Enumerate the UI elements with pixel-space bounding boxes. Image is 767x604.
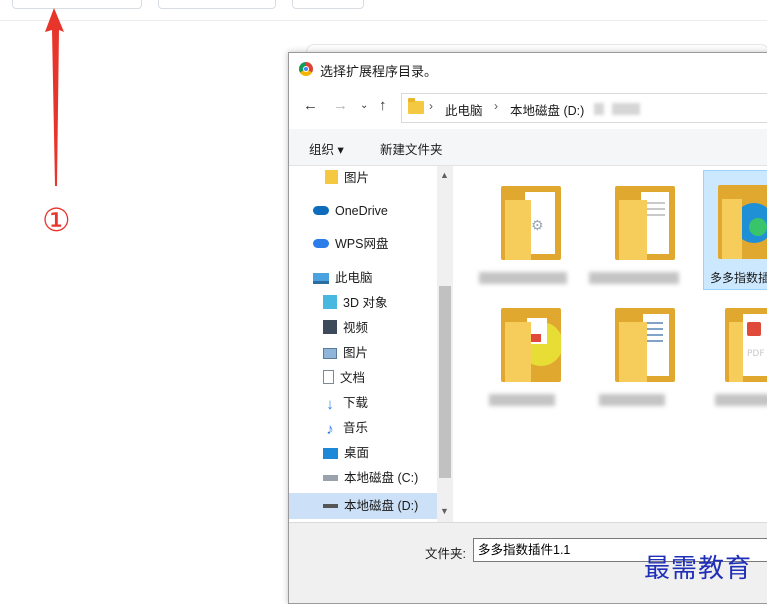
red-arrow-annotation — [45, 8, 64, 186]
download-arrow-icon: ↓ — [326, 396, 334, 413]
nav-item-onedrive[interactable]: OneDrive — [313, 199, 453, 223]
dialog-titlebar: 选择扩展程序目录。 — [289, 53, 767, 85]
folder-icon — [615, 308, 675, 382]
chevron-down-icon[interactable]: ⌄ — [360, 96, 368, 116]
up-arrow-icon[interactable]: ↑ — [379, 96, 387, 116]
dialog-title: 选择扩展程序目录。 — [320, 64, 438, 79]
folder-picker-dialog: 选择扩展程序目录。 ← → ⌄ ↑ › 此电脑 › 本地磁盘 (D:) 组织 ▾… — [288, 52, 767, 604]
document-icon — [323, 370, 334, 384]
folder-item[interactable]: PDF — [703, 294, 767, 410]
folder-item[interactable] — [479, 294, 575, 410]
blurred-filename — [489, 394, 555, 406]
nav-item-this-pc[interactable]: 此电脑 — [313, 266, 453, 290]
film-icon — [323, 320, 337, 334]
cloud-icon — [313, 239, 329, 248]
folder-field-label: 文件夹: — [425, 547, 466, 561]
blurred-breadcrumb — [594, 103, 604, 115]
scroll-up-arrow-icon[interactable]: ▲ — [440, 170, 449, 180]
cube-icon — [323, 295, 337, 309]
svg-text:PDF: PDF — [747, 349, 765, 359]
background-button — [158, 0, 276, 9]
folder-item[interactable]: ⚙ — [479, 172, 575, 288]
folder-icon — [501, 308, 561, 382]
blurred-filename — [479, 272, 567, 284]
pdf-folder-icon: PDF — [725, 308, 767, 382]
breadcrumb-separator-icon[interactable]: › — [494, 99, 498, 113]
folder-item-selected[interactable]: 多多指数插 — [703, 170, 767, 290]
music-note-icon: ♪ — [326, 421, 334, 438]
navigation-bar: ← → ⌄ ↑ › 此电脑 › 本地磁盘 (D:) — [289, 88, 767, 124]
dialog-toolbar: 组织 ▾ 新建文件夹 — [289, 129, 767, 165]
organize-menu-button[interactable]: 组织 ▾ — [309, 139, 344, 158]
folder-icon — [408, 98, 424, 114]
image-icon — [323, 348, 337, 359]
navigation-scrollbar[interactable]: ▲ ▼ — [437, 166, 453, 522]
nav-item-local-disk-d[interactable]: 本地磁盘 (D:) — [289, 493, 437, 519]
cloud-icon — [313, 206, 329, 215]
blurred-filename — [715, 394, 767, 406]
breadcrumb-drive-d[interactable]: 本地磁盘 (D:) — [510, 100, 584, 119]
step-number-marker: ① — [42, 201, 71, 239]
breadcrumb-this-pc[interactable]: 此电脑 — [445, 100, 483, 119]
drive-icon — [323, 475, 338, 481]
folder-item[interactable] — [593, 294, 689, 410]
blurred-filename — [589, 272, 679, 284]
folder-contents-view: ⚙ 多多指数插 PDF — [455, 166, 767, 522]
drive-icon — [323, 504, 338, 508]
blurred-filename — [599, 394, 665, 406]
chrome-icon — [299, 62, 313, 76]
computer-icon — [313, 273, 329, 284]
scroll-down-arrow-icon[interactable]: ▼ — [440, 506, 449, 516]
svg-text:⚙: ⚙ — [531, 218, 544, 234]
navigation-pane: 图片 OneDrive WPS网盘 此电脑 3D 对象 视频 图片 文档 ↓ 下载… — [289, 166, 454, 522]
address-bar[interactable]: › 此电脑 › 本地磁盘 (D:) — [401, 93, 767, 123]
blurred-breadcrumb — [612, 103, 640, 115]
folder-name: 多多指数插 — [710, 271, 767, 285]
folder-icon: ⚙ — [501, 186, 561, 260]
folder-icon — [325, 170, 338, 184]
background-button — [292, 0, 364, 9]
new-folder-button[interactable]: 新建文件夹 — [380, 139, 443, 158]
folder-item[interactable] — [589, 172, 689, 288]
edge-folder-icon — [718, 185, 767, 259]
nav-item-wps-drive[interactable]: WPS网盘 — [313, 232, 453, 256]
breadcrumb-separator-icon[interactable]: › — [429, 99, 433, 113]
watermark-logo: 最需教育 — [644, 554, 753, 584]
folder-icon — [615, 186, 675, 260]
forward-arrow-icon[interactable]: → — [333, 96, 348, 116]
scrollbar-thumb[interactable] — [439, 286, 451, 478]
back-arrow-icon[interactable]: ← — [303, 96, 318, 116]
desktop-icon — [323, 448, 338, 459]
